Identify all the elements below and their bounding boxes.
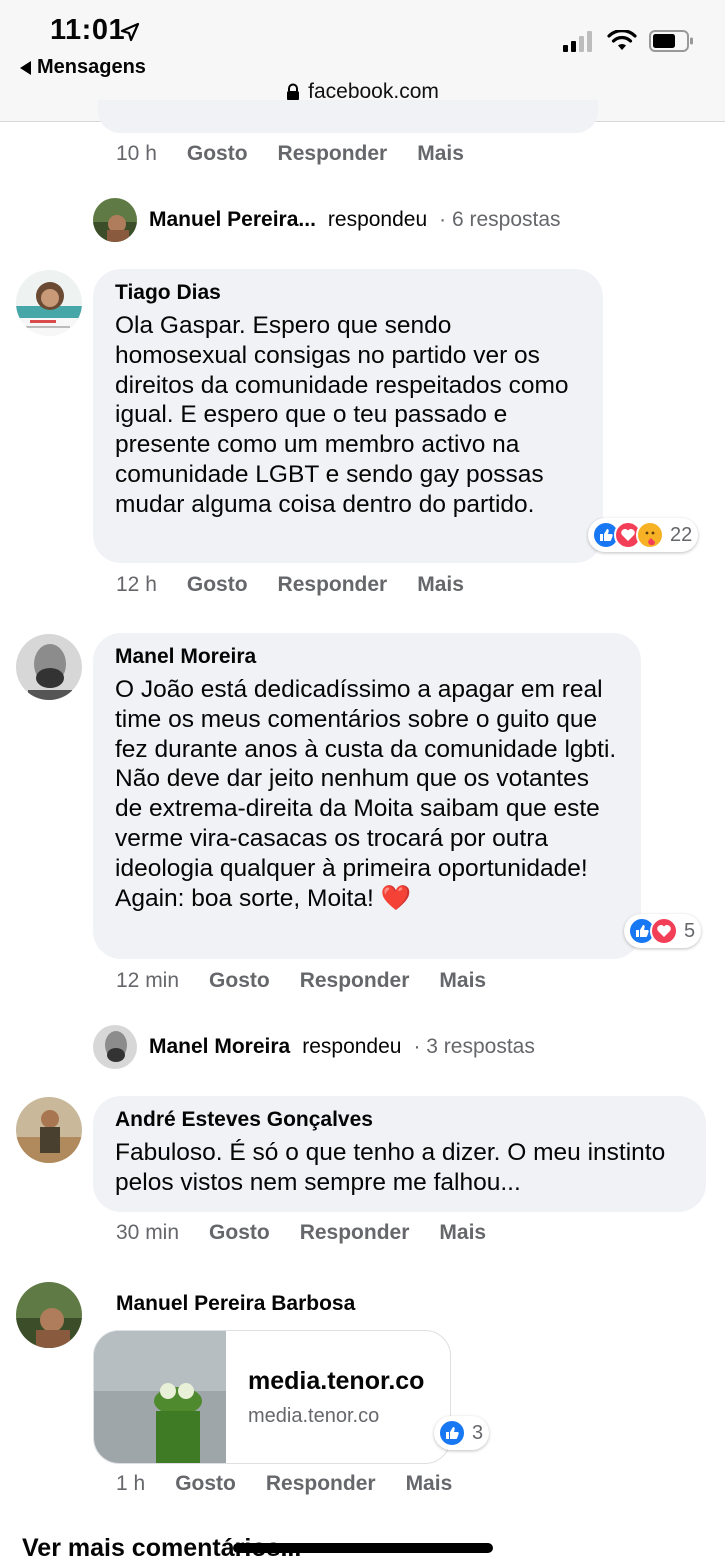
- reply-button[interactable]: Responder: [300, 969, 410, 993]
- avatar[interactable]: [16, 1282, 82, 1348]
- replier-name: Manel Moreira: [149, 1035, 291, 1058]
- like-reaction-icon: [438, 1419, 466, 1447]
- replied-verb: respondeu: [327, 208, 428, 231]
- link-domain: media.tenor.co: [248, 1405, 380, 1427]
- lock-icon: [287, 83, 300, 101]
- comment-actions: 1 h Gosto Responder Mais: [116, 1472, 452, 1496]
- status-time: 11:01: [50, 14, 126, 46]
- comment-actions: 30 min Gosto Responder Mais: [116, 1221, 486, 1245]
- comment-text: Fabuloso. É só o que tenho a dizer. O me…: [115, 1139, 666, 1196]
- cellular-signal-icon: [563, 31, 592, 52]
- reply-button[interactable]: Responder: [300, 1221, 410, 1245]
- comment-bubble: André Esteves Gonçalves Fabuloso. É só o…: [93, 1096, 706, 1212]
- comment-bubble: Manel Moreira O João está dedicadíssimo …: [93, 633, 641, 959]
- previous-comment-actions: 10 h Gosto Responder Mais: [116, 142, 464, 166]
- comment-time: 12 min: [116, 969, 180, 992]
- reply-button[interactable]: Responder: [278, 142, 388, 166]
- like-button[interactable]: Gosto: [175, 1472, 236, 1496]
- back-arrow-icon: [20, 60, 31, 75]
- comment-time: 1 h: [116, 1472, 146, 1495]
- location-arrow-icon: [120, 22, 140, 42]
- reactions-summary[interactable]: 5: [624, 914, 702, 948]
- back-label: Mensagens: [37, 56, 146, 78]
- comment-text: Ola Gaspar. Espero que sendo homosexual …: [115, 312, 569, 518]
- reply-button[interactable]: Responder: [278, 573, 388, 597]
- home-indicator[interactable]: [233, 1543, 493, 1553]
- battery-icon: [649, 30, 693, 52]
- more-button[interactable]: Mais: [417, 142, 464, 166]
- more-button[interactable]: Mais: [439, 1221, 486, 1245]
- avatar: [93, 198, 137, 242]
- reactions-summary[interactable]: 22: [588, 518, 699, 552]
- reaction-count: 22: [670, 523, 693, 546]
- comment-actions: 12 min Gosto Responder Mais: [116, 969, 486, 993]
- gif-thumbnail-image: [94, 1331, 226, 1463]
- comment-author[interactable]: André Esteves Gonçalves: [115, 1108, 684, 1132]
- reply-count: · 6 respostas: [439, 208, 561, 231]
- wifi-icon: [607, 30, 637, 50]
- comment-author[interactable]: Manuel Pereira Barbosa: [116, 1292, 355, 1316]
- more-button[interactable]: Mais: [406, 1472, 453, 1496]
- view-replies-link[interactable]: Manel Moreira respondeu · 3 respostas: [93, 1025, 535, 1069]
- reply-count: · 3 respostas: [413, 1035, 535, 1058]
- reply-button[interactable]: Responder: [266, 1472, 376, 1496]
- status-icons: [563, 30, 695, 52]
- more-button[interactable]: Mais: [417, 573, 464, 597]
- comment-time: 12 h: [116, 573, 157, 596]
- like-button[interactable]: Gosto: [209, 969, 270, 993]
- like-button[interactable]: Gosto: [187, 142, 248, 166]
- link-preview-card[interactable]: media.tenor.co media.tenor.co: [93, 1330, 451, 1464]
- comment-actions: 12 h Gosto Responder Mais: [116, 573, 464, 597]
- avatar[interactable]: [16, 1097, 82, 1163]
- like-button[interactable]: Gosto: [187, 573, 248, 597]
- love-reaction-icon: [650, 917, 678, 945]
- previous-comment-bubble: [98, 100, 598, 133]
- avatar[interactable]: [16, 270, 82, 336]
- link-title: media.tenor.co: [248, 1367, 425, 1395]
- view-replies-link[interactable]: Manuel Pereira... respondeu · 6 resposta…: [93, 198, 561, 242]
- comment-author[interactable]: Tiago Dias: [115, 281, 581, 305]
- comment-bubble: Tiago Dias Ola Gaspar. Espero que sendo …: [93, 269, 603, 563]
- comment-time: 10 h: [116, 142, 157, 165]
- back-to-messages-button[interactable]: Mensagens: [20, 56, 146, 79]
- avatar[interactable]: [16, 634, 82, 700]
- comment-text: O João está dedicadíssimo a apagar em re…: [115, 676, 617, 912]
- reaction-count: 3: [472, 1421, 484, 1444]
- replied-verb: respondeu: [302, 1035, 402, 1058]
- comment-author[interactable]: Manel Moreira: [115, 645, 619, 669]
- avatar: [93, 1025, 137, 1069]
- reactions-summary[interactable]: 3: [434, 1416, 490, 1450]
- reaction-count: 5: [684, 919, 696, 942]
- like-button[interactable]: Gosto: [209, 1221, 270, 1245]
- more-button[interactable]: Mais: [439, 969, 486, 993]
- replier-name: Manuel Pereira...: [149, 208, 316, 231]
- comment-time: 30 min: [116, 1221, 180, 1244]
- care-reaction-icon: [636, 521, 664, 549]
